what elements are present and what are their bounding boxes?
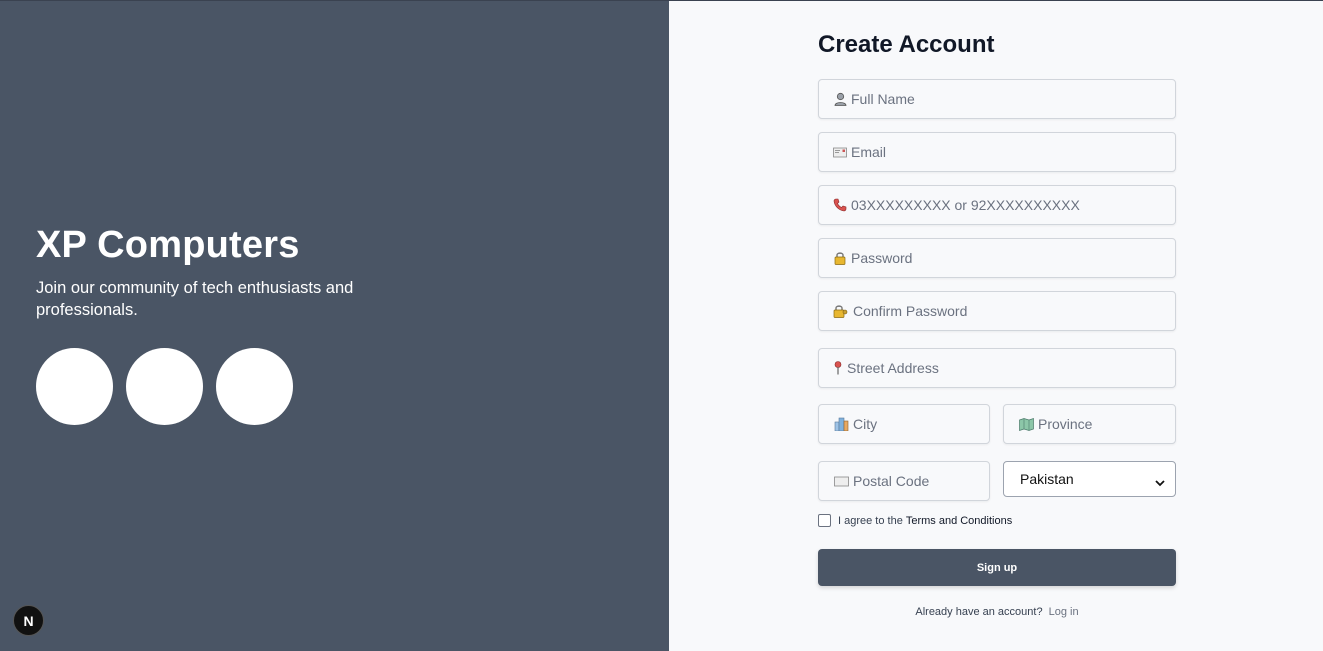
- terms-link[interactable]: Terms and Conditions: [906, 515, 1012, 527]
- city-field[interactable]: [818, 404, 990, 444]
- phone-field[interactable]: [818, 185, 1176, 225]
- pin-icon: [833, 361, 843, 375]
- province-field[interactable]: [1003, 404, 1176, 444]
- confirm-password-field[interactable]: [818, 291, 1176, 331]
- confirm-password-input[interactable]: [853, 292, 1175, 330]
- brand-title: XP Computers: [36, 224, 300, 266]
- province-input[interactable]: [1038, 405, 1175, 443]
- person-icon: [833, 92, 847, 106]
- phone-icon: [833, 198, 847, 212]
- email-input[interactable]: [851, 133, 1175, 171]
- street-address-field[interactable]: [818, 348, 1176, 388]
- top-border: [0, 0, 1323, 1]
- phone-input[interactable]: [851, 186, 1175, 224]
- country-select-value: Pakistan: [1020, 471, 1074, 487]
- form-title: Create Account: [818, 31, 995, 58]
- envelope-icon: [833, 145, 847, 159]
- terms-prefix: I agree to the: [838, 514, 903, 527]
- nextjs-badge[interactable]: N: [13, 605, 44, 636]
- terms-row: I agree to the Terms and Conditions: [818, 514, 1012, 527]
- full-name-field[interactable]: [818, 79, 1176, 119]
- street-address-input[interactable]: [847, 349, 1175, 387]
- mailbox-icon: [833, 474, 849, 488]
- full-name-input[interactable]: [851, 80, 1175, 118]
- city-icon: [833, 417, 849, 431]
- lock-icon: [833, 251, 847, 265]
- country-select[interactable]: Pakistan: [1003, 461, 1176, 497]
- map-icon: [1018, 417, 1034, 431]
- password-input[interactable]: [851, 239, 1175, 277]
- decor-circle: [216, 348, 293, 425]
- postal-code-field[interactable]: [818, 461, 990, 501]
- login-prefix: Already have an account?: [915, 606, 1043, 618]
- decor-circles: [36, 348, 293, 425]
- password-field[interactable]: [818, 238, 1176, 278]
- login-row: Already have an account? Log in: [818, 606, 1176, 618]
- decor-circle: [126, 348, 203, 425]
- postal-code-input[interactable]: [853, 462, 989, 500]
- signup-button[interactable]: Sign up: [818, 549, 1176, 586]
- chevron-down-icon: [1155, 474, 1165, 490]
- decor-circle: [36, 348, 113, 425]
- brand-panel: XP Computers Join our community of tech …: [0, 0, 669, 651]
- email-field[interactable]: [818, 132, 1176, 172]
- lock-key-icon: [833, 304, 849, 318]
- brand-tagline: Join our community of tech enthusiasts a…: [36, 279, 354, 319]
- city-input[interactable]: [853, 405, 989, 443]
- form-panel: Create Account Full Name Email 03XXXXXXX…: [669, 0, 1323, 651]
- login-link[interactable]: Log in: [1049, 606, 1079, 618]
- terms-checkbox[interactable]: [818, 514, 831, 527]
